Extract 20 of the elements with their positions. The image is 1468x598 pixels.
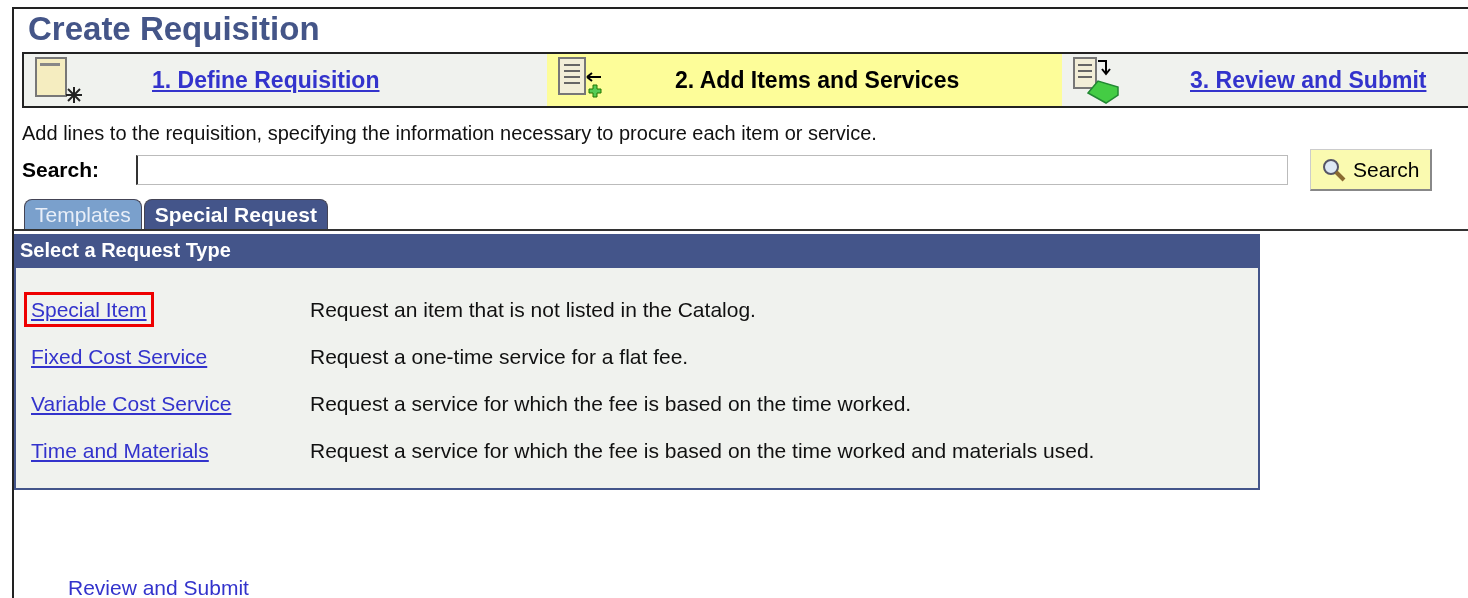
search-button[interactable]: Search [1310,149,1432,191]
step-tab[interactable]: 2. Add Items and Services [547,54,1062,106]
instruction-text: Add lines to the requisition, specifying the information necessary to procure each item or service. [22,122,878,145]
tab[interactable]: Special Request [143,199,328,229]
review-submit-link[interactable]: Review and Submit [68,576,249,598]
panel-header: Select a Request Type [16,236,1258,268]
step-tab[interactable]: 3. Review and Submit [1062,54,1468,106]
request-type-link[interactable]: Fixed Cost Service [24,338,215,374]
request-type-description: Request a service for which the fee is based on the time worked and materials used. [310,438,1095,463]
search-field[interactable] [136,155,1288,185]
page-title: Create Requisition [27,9,321,49]
request-type-description: Request a one-time service for a flat fee. [310,344,689,369]
step-tab[interactable]: 1. Define Requisition [24,54,547,106]
search-label: Search: [22,158,101,182]
request-type-link[interactable]: Special Item [24,291,154,327]
request-type-description: Request a service for which the fee is based on the time worked. [310,391,912,416]
search-icon [1321,156,1347,183]
request-type-link[interactable]: Time and Materials [24,432,216,468]
request-type-link[interactable]: Variable Cost Service [24,385,239,421]
request-type-description: Request an item that is not listed in the Catalog. [310,297,756,322]
